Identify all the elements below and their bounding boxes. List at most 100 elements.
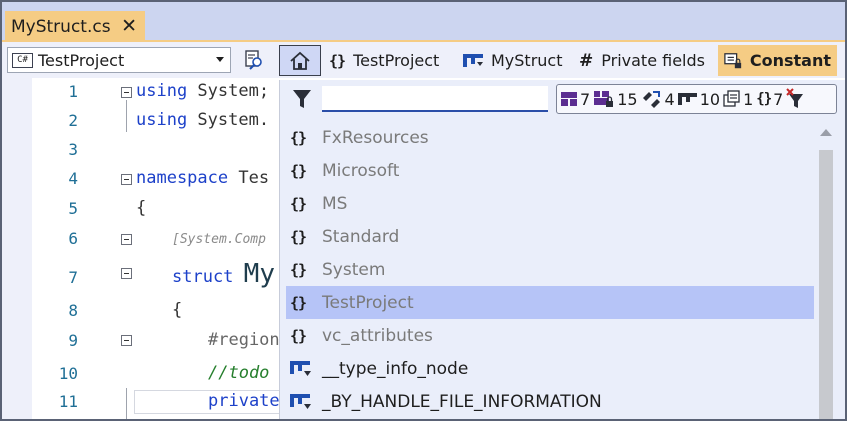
line-number: 1 — [68, 82, 78, 101]
filter-classes[interactable]: 7 — [560, 90, 590, 109]
close-icon[interactable]: ✕ — [121, 16, 137, 36]
line-number: 8 — [68, 301, 78, 320]
breadcrumb-constant-label: Constant — [749, 51, 831, 70]
scroll-up-arrow-icon[interactable] — [820, 129, 832, 136]
typedef-icon — [723, 90, 740, 107]
namespace-icon: {} — [290, 227, 307, 246]
code-line-7: struct My — [172, 259, 275, 289]
code-line-5: { — [136, 198, 147, 218]
namespace-icon: {} — [290, 326, 307, 345]
filter-structs[interactable]: 10 — [677, 89, 721, 109]
constant-icon — [724, 52, 742, 68]
filter-private-classes[interactable]: 15 — [593, 89, 638, 109]
namespace-dropdown-popup: 7 15 4 10 1 {} 7 {} FxResources {} Micro… — [279, 80, 845, 419]
list-item-label: System — [322, 259, 386, 280]
collapse-toggle[interactable] — [121, 268, 132, 279]
fold-guide — [126, 388, 127, 419]
line-number: 3 — [68, 140, 78, 159]
project-dropdown[interactable]: C# TestProject — [7, 47, 231, 73]
list-item-label: MS — [322, 193, 348, 214]
home-button[interactable] — [279, 45, 321, 76]
filter-icon[interactable] — [292, 88, 312, 110]
code-line-9: #region — [208, 330, 280, 350]
sync-with-editor-button[interactable] — [239, 47, 269, 73]
code-line-10: //todo — [208, 363, 270, 383]
filter-classes-count: 7 — [580, 89, 591, 109]
struct-icon — [290, 393, 311, 409]
find-in-file-icon — [245, 50, 262, 70]
fold-guide — [126, 100, 127, 132]
breadcrumb-namespace-label: TestProject — [353, 51, 440, 70]
symbol-list: {} FxResources {} Microsoft {} MS {} Sta… — [286, 121, 814, 418]
breadcrumb-constant[interactable]: Constant — [718, 45, 837, 76]
collapse-toggle[interactable] — [121, 174, 132, 185]
list-item-label: TestProject — [322, 292, 414, 313]
csharp-project-icon: C# — [12, 52, 33, 68]
list-item-label: Microsoft — [322, 160, 400, 181]
breadcrumb-struct[interactable]: MyStruct — [457, 45, 569, 76]
code-line-11: private — [208, 391, 280, 411]
filter-enums[interactable]: 4 — [641, 90, 675, 109]
kind-filter-bar: 7 15 4 10 1 {} 7 — [556, 84, 837, 114]
clear-filter-icon[interactable] — [786, 88, 806, 110]
list-item-label: Standard — [322, 226, 400, 247]
filter-private-classes-count: 15 — [617, 89, 638, 109]
namespace-icon: {} — [290, 128, 307, 147]
struct-icon — [463, 53, 483, 67]
code-line-1: using System; — [136, 81, 270, 101]
region-icon: # — [579, 50, 594, 71]
collapse-toggle[interactable] — [121, 234, 132, 245]
list-item-label: vc_attributes — [322, 325, 433, 346]
chevron-down-icon[interactable] — [216, 57, 224, 62]
line-number: 11 — [58, 392, 78, 411]
list-item[interactable]: {} vc_attributes — [286, 319, 814, 352]
filter-typedefs-count: 1 — [743, 89, 754, 109]
scrollbar-thumb[interactable] — [819, 150, 833, 419]
home-icon — [290, 51, 310, 70]
line-number: 5 — [68, 199, 78, 218]
list-item[interactable]: {} Microsoft — [286, 154, 814, 187]
code-line-6: [System.Comp — [172, 232, 266, 247]
list-item[interactable]: {} FxResources — [286, 121, 814, 154]
list-item[interactable]: __type_info_node — [286, 352, 814, 385]
line-number: 10 — [58, 364, 78, 383]
list-item-label: FxResources — [322, 127, 429, 148]
collapse-toggle[interactable] — [121, 335, 132, 346]
line-number: 7 — [68, 268, 78, 287]
list-item[interactable]: {} System — [286, 253, 814, 286]
line-number: 9 — [68, 331, 78, 350]
line-number: 4 — [68, 169, 78, 188]
struct-icon — [290, 360, 311, 376]
breadcrumb-namespace[interactable]: {} TestProject — [323, 45, 445, 76]
vertical-scrollbar[interactable] — [816, 121, 836, 419]
list-item-label: __type_info_node — [322, 358, 469, 379]
editor-window: MyStruct.cs ✕ C# TestProject {} TestProj… — [0, 0, 847, 421]
document-tab[interactable]: MyStruct.cs ✕ — [5, 11, 145, 42]
list-item[interactable]: {} Standard — [286, 220, 814, 253]
filter-enums-count: 4 — [664, 89, 675, 109]
list-item[interactable]: {} MS — [286, 187, 814, 220]
filter-namespaces[interactable]: {} 7 — [756, 90, 783, 109]
namespace-icon: {} — [290, 260, 307, 279]
navigation-bar: C# TestProject {} TestProject MyStruct #… — [2, 42, 845, 78]
code-line-4: namespace Tes — [136, 168, 270, 188]
enum-icon — [642, 91, 660, 108]
code-line-8: { — [172, 300, 183, 320]
collapse-toggle[interactable] — [121, 87, 132, 98]
private-class-icon — [594, 91, 614, 107]
filter-typedefs[interactable]: 1 — [723, 90, 753, 109]
breadcrumb-region-label: Private fields — [601, 51, 705, 70]
namespace-icon: {} — [329, 51, 346, 70]
breadcrumb-region[interactable]: # Private fields — [573, 45, 711, 76]
class-icon — [561, 92, 577, 106]
search-input[interactable] — [322, 86, 548, 112]
list-item[interactable]: _BY_HANDLE_FILE_INFORMATION — [286, 385, 814, 418]
list-item-selected[interactable]: {} TestProject — [286, 286, 814, 319]
breadcrumb-struct-label: MyStruct — [491, 51, 563, 70]
tab-strip: MyStruct.cs ✕ — [2, 2, 845, 42]
filter-structs-count: 10 — [699, 89, 721, 109]
filter-namespaces-count: 7 — [773, 89, 784, 109]
line-number: 6 — [68, 229, 78, 248]
namespace-icon: {} — [290, 194, 307, 213]
list-item-label: _BY_HANDLE_FILE_INFORMATION — [322, 391, 602, 412]
